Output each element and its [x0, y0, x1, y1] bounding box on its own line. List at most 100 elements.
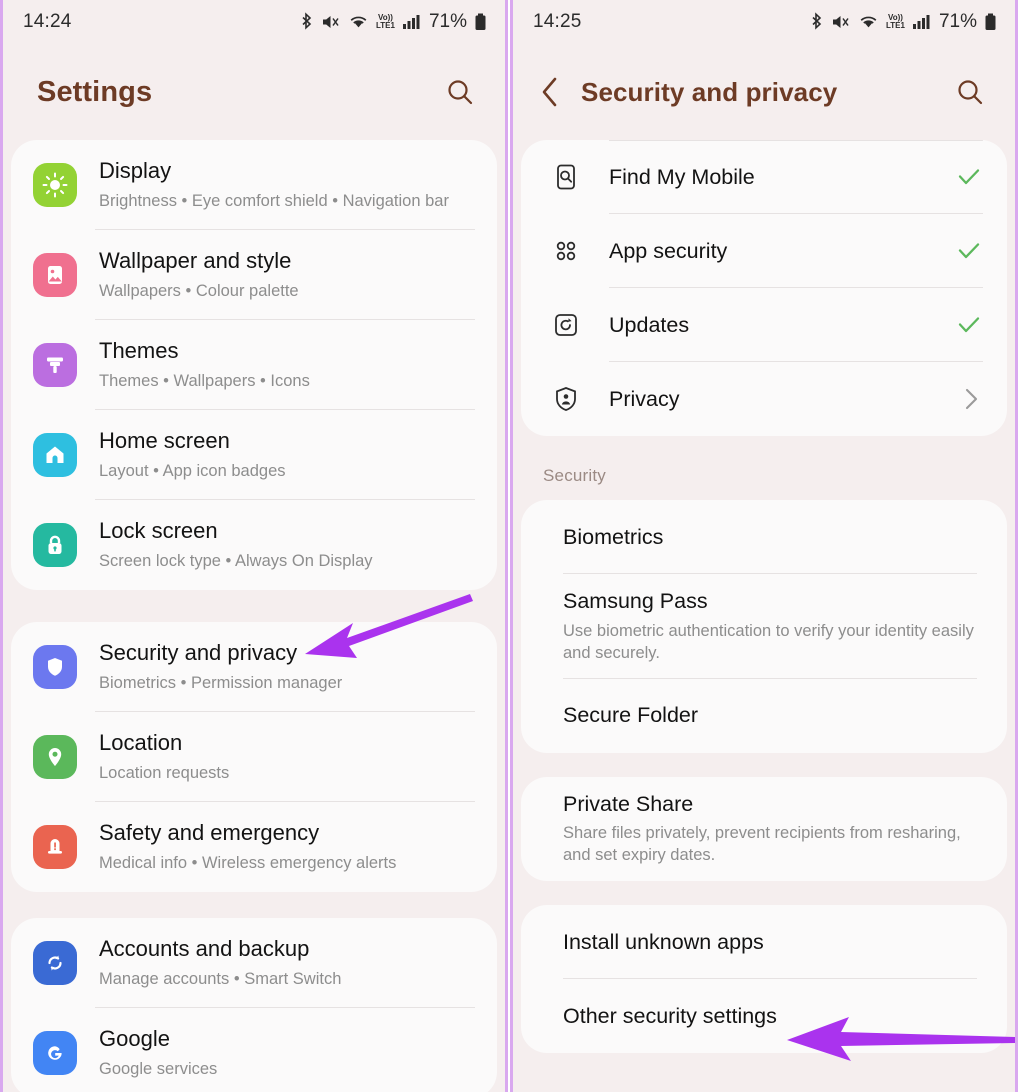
- security-item-private-share[interactable]: Private Share Share files privately, pre…: [521, 777, 1007, 882]
- security-item-app-security[interactable]: App security: [521, 214, 1007, 288]
- chevron-right-icon: [959, 385, 983, 413]
- volte-icon: Vo)) LTE1: [886, 13, 905, 30]
- settings-card-accounts: Accounts and backup Manage accounts • Sm…: [11, 918, 497, 1092]
- security-shield-icon: [33, 645, 77, 689]
- item-title: Security and privacy: [99, 640, 298, 666]
- item-title: Other security settings: [563, 1003, 777, 1028]
- settings-item-accounts-and-backup[interactable]: Accounts and backup Manage accounts • Sm…: [11, 918, 497, 1008]
- status-clock: 14:25: [533, 11, 582, 32]
- settings-item-wallpaper-and-style[interactable]: Wallpaper and style Wallpapers • Colour …: [11, 230, 497, 320]
- item-subtitle: Wallpapers • Colour palette: [99, 281, 299, 300]
- security-and-privacy-screen: 14:25 Vo)) LTE1 71% Security and privacy…: [510, 0, 1018, 1092]
- search-icon[interactable]: [437, 69, 483, 115]
- item-title: Lock screen: [99, 518, 218, 544]
- status-icons: Vo)) LTE1 71%: [809, 11, 997, 33]
- section-header-security: Security: [543, 466, 607, 485]
- page-title: Settings: [37, 75, 153, 108]
- settings-item-security-and-privacy[interactable]: Security and privacy Biometrics • Permis…: [11, 622, 497, 712]
- security-title-bar: Security and privacy: [513, 44, 1015, 140]
- status-check-icon: [955, 163, 983, 191]
- safety-emergency-icon: [33, 825, 77, 869]
- search-icon[interactable]: [947, 69, 993, 115]
- item-subtitle: Medical info • Wireless emergency alerts: [99, 853, 397, 872]
- status-bar-left: 14:24 Vo)) LTE1 71%: [3, 0, 505, 44]
- item-subtitle: Location requests: [99, 763, 230, 782]
- status-check-icon: [955, 237, 983, 265]
- item-subtitle: Use biometric authentication to verify y…: [563, 621, 974, 662]
- item-subtitle: Layout • App icon badges: [99, 461, 286, 480]
- wifi-icon: [350, 16, 367, 28]
- bluetooth-icon: [302, 12, 312, 30]
- settings-item-location[interactable]: Location Location requests: [11, 712, 497, 802]
- security-item-install-unknown-apps[interactable]: Install unknown apps: [521, 905, 1007, 980]
- item-title: Safety and emergency: [99, 820, 320, 846]
- privacy-badge-icon: [549, 382, 583, 416]
- bluetooth-icon: [812, 12, 822, 30]
- app-security-icon: [549, 234, 583, 268]
- settings-item-themes[interactable]: Themes Themes • Wallpapers • Icons: [11, 320, 497, 410]
- item-subtitle: Share files privately, prevent recipient…: [563, 824, 961, 865]
- settings-card-privacy: Security and privacy Biometrics • Permis…: [11, 622, 497, 892]
- item-title: Install unknown apps: [563, 929, 764, 954]
- item-title: Privacy: [609, 386, 680, 411]
- settings-item-home-screen[interactable]: Home screen Layout • App icon badges: [11, 410, 497, 500]
- signal-bars-icon: [912, 15, 930, 29]
- item-title: Accounts and backup: [99, 936, 310, 962]
- item-title: Display: [99, 158, 172, 184]
- settings-item-lock-screen[interactable]: Lock screen Screen lock type • Always On…: [11, 500, 497, 590]
- wifi-icon: [860, 16, 877, 28]
- settings-title-bar: Settings: [3, 44, 505, 140]
- security-item-privacy[interactable]: Privacy: [521, 362, 1007, 436]
- mute-icon: [833, 16, 849, 28]
- item-title: App security: [609, 238, 728, 263]
- battery-percent: 71%: [428, 11, 467, 32]
- item-title: Secure Folder: [563, 703, 699, 728]
- google-g-icon: [33, 1031, 77, 1075]
- item-title: Themes: [99, 338, 179, 364]
- item-title: Samsung Pass: [563, 589, 708, 613]
- page-title: Security and privacy: [581, 76, 838, 107]
- item-title: Find My Mobile: [609, 164, 755, 189]
- dual-screenshot-container: 14:24 Vo)) LTE1 71% Settings Display Bri…: [0, 0, 1024, 1092]
- updates-icon: [549, 308, 583, 342]
- security-item-secure-folder[interactable]: Secure Folder: [521, 679, 1007, 753]
- item-title: Updates: [609, 312, 690, 337]
- item-subtitle: Brightness • Eye comfort shield • Naviga…: [99, 191, 449, 210]
- item-subtitle: Screen lock type • Always On Display: [99, 551, 373, 570]
- settings-list[interactable]: Display Brightness • Eye comfort shield …: [3, 140, 505, 1092]
- security-item-updates[interactable]: Updates: [521, 288, 1007, 362]
- item-title: Location: [99, 730, 183, 756]
- signal-bars-icon: [402, 15, 420, 29]
- battery-percent: 71%: [938, 11, 977, 32]
- display-brightness-icon: [33, 163, 77, 207]
- security-item-find-my-mobile[interactable]: Find My Mobile: [521, 140, 1007, 214]
- back-chevron-icon[interactable]: [533, 75, 567, 109]
- home-screen-icon: [33, 433, 77, 477]
- location-pin-icon: [33, 735, 77, 779]
- security-item-other-security-settings[interactable]: Other security settings: [521, 979, 1007, 1053]
- security-card-private-share: Private Share Share files privately, pre…: [521, 776, 1007, 882]
- themes-brush-icon: [33, 343, 77, 387]
- item-subtitle: Google services: [99, 1059, 218, 1078]
- item-subtitle: Themes • Wallpapers • Icons: [99, 371, 310, 390]
- accounts-sync-icon: [33, 941, 77, 985]
- wallpaper-image-icon: [33, 253, 77, 297]
- settings-item-display[interactable]: Display Brightness • Eye comfort shield …: [11, 140, 497, 230]
- volte-icon: Vo)) LTE1: [376, 13, 395, 30]
- security-item-samsung-pass[interactable]: Samsung Pass Use biometric authenticatio…: [521, 574, 1007, 679]
- security-settings-list[interactable]: Find My Mobile App security Updates Priv…: [513, 140, 1015, 1092]
- item-title: Private Share: [563, 791, 694, 816]
- item-title: Google: [99, 1026, 170, 1052]
- status-clock: 14:24: [23, 11, 72, 32]
- settings-screen: 14:24 Vo)) LTE1 71% Settings Display Bri…: [0, 0, 508, 1092]
- settings-item-safety-and-emergency[interactable]: Safety and emergency Medical info • Wire…: [11, 802, 497, 892]
- battery-icon: [475, 13, 486, 30]
- security-item-biometrics[interactable]: Biometrics: [521, 500, 1007, 574]
- settings-item-google[interactable]: Google Google services: [11, 1008, 497, 1092]
- status-icons: Vo)) LTE1 71%: [299, 11, 487, 33]
- security-card-other: Install unknown apps Other security sett…: [521, 905, 1007, 1054]
- battery-icon: [985, 13, 996, 30]
- mute-icon: [323, 16, 339, 28]
- item-title: Home screen: [99, 428, 230, 454]
- security-card-status: Find My Mobile App security Updates Priv…: [521, 140, 1007, 436]
